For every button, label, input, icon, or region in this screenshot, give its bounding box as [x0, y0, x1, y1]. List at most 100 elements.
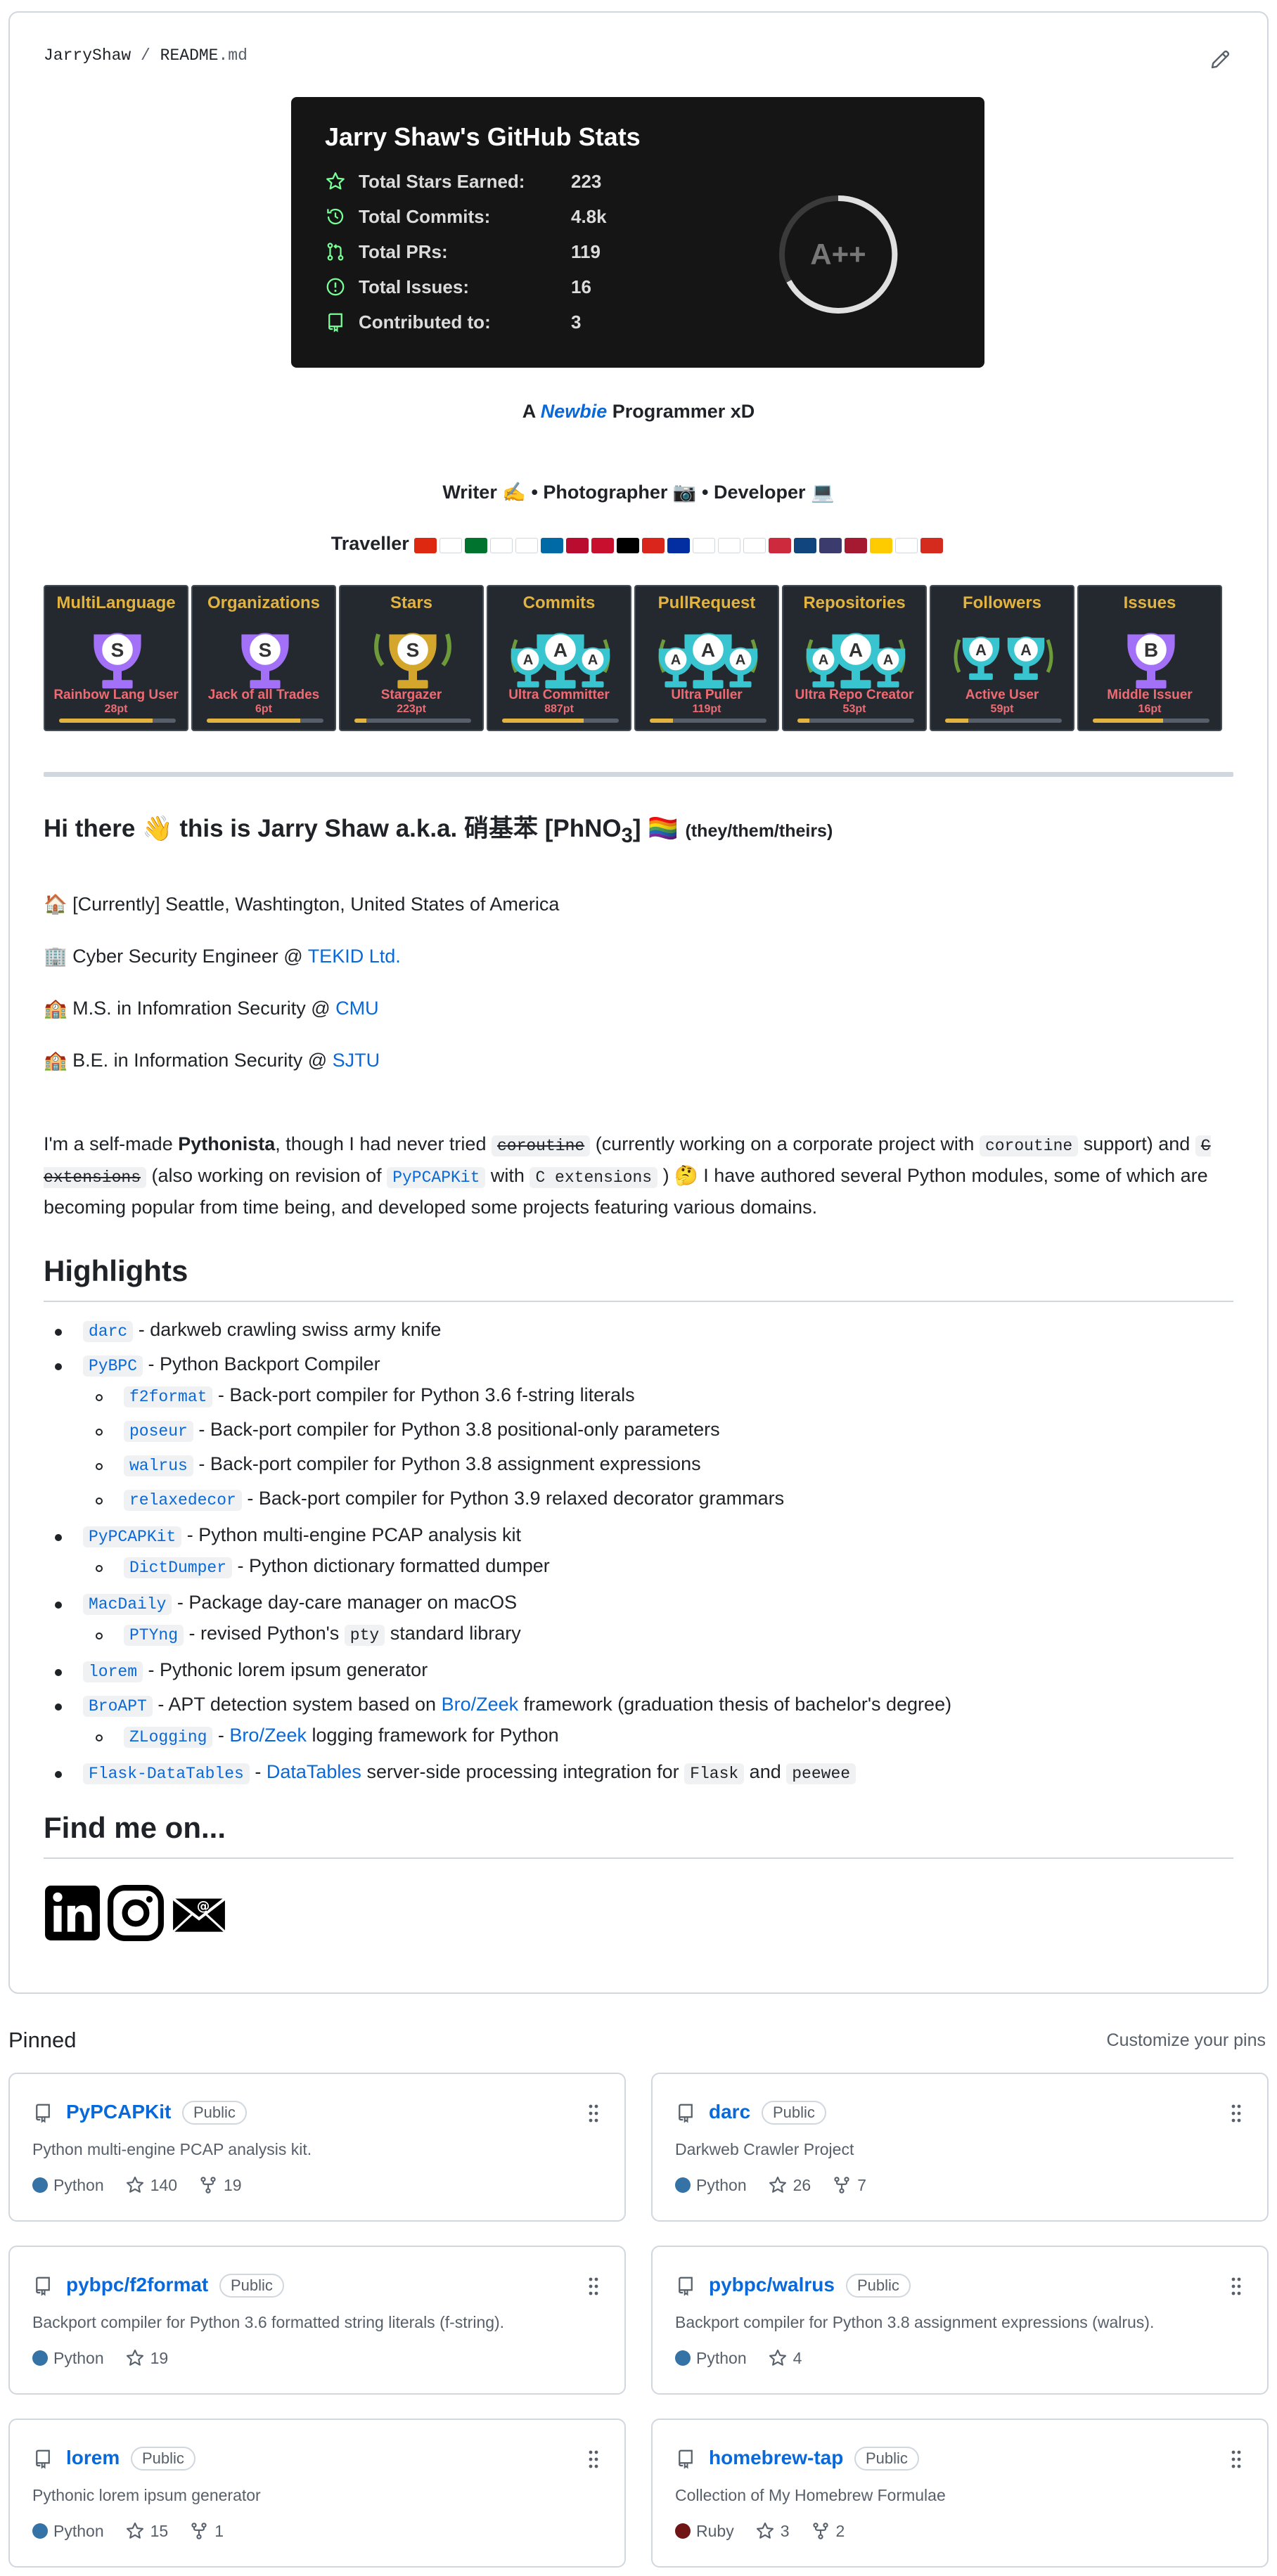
- repo-stars-link[interactable]: 3: [755, 2521, 790, 2541]
- drag-handle-icon[interactable]: [1231, 2104, 1242, 2123]
- language-color-dot: [32, 2177, 48, 2193]
- about-text: with: [485, 1165, 530, 1186]
- trophy-progress-bar: [797, 719, 914, 723]
- stat-label: Total PRs:: [359, 240, 448, 262]
- highlight-repo-link[interactable]: poseur: [124, 1421, 193, 1442]
- trophy-category: Repositories: [803, 593, 906, 612]
- pinned-repo-card: pybpc/walrus Public Backport compiler for …: [651, 2246, 1269, 2395]
- trophy-category: Organizations: [207, 593, 321, 612]
- stats-card-title: Jarry Shaw's GitHub Stats: [325, 122, 641, 151]
- about-text: support) and: [1078, 1133, 1195, 1154]
- repo-forks-link[interactable]: 1: [189, 2521, 224, 2541]
- about-code-link[interactable]: PyPCAPKit: [387, 1167, 486, 1188]
- pinned-repo-meta: Ruby 3 2: [675, 2521, 845, 2541]
- trophy-title: Ultra Repo Creator: [795, 688, 914, 702]
- trophy-progress-fill: [945, 719, 969, 723]
- flag-icon: [541, 538, 564, 554]
- pinned-repo-name-link[interactable]: homebrew-tap: [709, 2447, 843, 2469]
- pinned-repo-meta: Python 19: [32, 2348, 168, 2368]
- highlight-repo-link[interactable]: darc: [83, 1321, 134, 1342]
- flag-icon: [667, 538, 691, 554]
- star-icon: [769, 2349, 786, 2366]
- drag-handle-icon[interactable]: [588, 2276, 599, 2296]
- flag-icon: [920, 538, 944, 554]
- pinned-repo-name-link[interactable]: pybpc/f2format: [66, 2274, 208, 2296]
- highlight-link[interactable]: Bro/Zeek: [229, 1725, 307, 1746]
- trophy-rank-letter: A: [523, 652, 534, 668]
- star-icon: [126, 2349, 143, 2366]
- pinned-repo-meta: Python 4: [675, 2348, 802, 2368]
- highlight-repo-link[interactable]: relaxedecor: [124, 1490, 242, 1511]
- highlight-item: Flask-DataTables - DataTables server-sid…: [0, 1761, 1277, 1792]
- issue-icon: [326, 278, 345, 296]
- highlight-text: darc - darkweb crawling swiss army knife: [83, 1319, 441, 1342]
- pinned-repo-name-link[interactable]: PyPCAPKit: [66, 2101, 171, 2123]
- highlight-link[interactable]: Bro/Zeek: [442, 1694, 519, 1715]
- trophy-card: Repositories A A A Ultra Repo Creator 53pt: [782, 585, 927, 731]
- repo-stars-link[interactable]: 15: [125, 2521, 168, 2541]
- highlight-repo-link[interactable]: Flask-DataTables: [83, 1763, 250, 1784]
- highlight-repo-link[interactable]: PTYng: [124, 1625, 184, 1646]
- trophy-category: Issues: [1123, 593, 1176, 612]
- highlight-repo-link[interactable]: ZLogging: [124, 1727, 213, 1748]
- pinned-repo-name-link[interactable]: darc: [709, 2101, 750, 2123]
- fact-link-sjtu[interactable]: SJTU: [333, 1050, 380, 1071]
- trophy-card: MultiLanguage S Rainbow Lang User 28pt: [44, 585, 188, 731]
- fact-link-tekid[interactable]: TEKID Ltd.: [308, 946, 401, 967]
- highlight-text: relaxedecor - Back-port compiler for Pyt…: [124, 1488, 784, 1511]
- drag-handle-icon[interactable]: [588, 2104, 599, 2123]
- intro-heading: Hi there 👋 this is Jarry Shaw a.k.a. 硝基苯…: [44, 809, 833, 848]
- highlight-repo-link[interactable]: MacDaily: [83, 1594, 172, 1615]
- drag-handle-icon[interactable]: [1231, 2276, 1242, 2296]
- trophy-title: Rainbow Lang User: [53, 688, 179, 702]
- highlight-repo-link[interactable]: f2format: [124, 1386, 213, 1408]
- repo-stars-link[interactable]: 19: [125, 2348, 168, 2368]
- trophy-rank-letter: A: [883, 652, 894, 668]
- fact-link-cmu[interactable]: CMU: [335, 998, 379, 1019]
- highlight-repo-link[interactable]: DictDumper: [124, 1557, 233, 1578]
- pinned-repo-name-link[interactable]: lorem: [66, 2447, 120, 2469]
- highlight-repo-link[interactable]: lorem: [83, 1661, 143, 1682]
- repo-forks-link[interactable]: 7: [832, 2175, 866, 2195]
- highlight-text: PTYng - revised Python's pty standard li…: [124, 1623, 521, 1646]
- pinned-repo-description: Pythonic lorem ipsum generator: [32, 2486, 261, 2504]
- trophy-progress-fill: [207, 719, 300, 723]
- repo-stars-link[interactable]: 4: [768, 2348, 802, 2368]
- repo-stars-link[interactable]: 140: [125, 2175, 177, 2195]
- highlight-repo-link[interactable]: walrus: [124, 1455, 193, 1476]
- stat-value: 3: [571, 311, 582, 333]
- repo-icon: [679, 2449, 693, 2469]
- highlight-link[interactable]: DataTables: [267, 1761, 361, 1782]
- highlight-desc: logging framework for Python: [306, 1725, 559, 1746]
- highlight-desc: - Python Backport Compiler: [143, 1353, 380, 1374]
- flag-icon: [439, 538, 463, 554]
- customize-pins-link[interactable]: Customize your pins: [1107, 2030, 1266, 2051]
- about-code-strike: coroutine: [491, 1135, 591, 1157]
- email-icon[interactable]: @: [170, 1884, 228, 1942]
- pinned-repo-name-link[interactable]: pybpc/walrus: [709, 2274, 835, 2296]
- highlight-desc: -: [212, 1725, 230, 1746]
- fork-icon: [834, 2177, 849, 2194]
- highlight-repo-link[interactable]: PyBPC: [83, 1355, 143, 1377]
- flag-icon: [566, 538, 589, 554]
- drag-handle-icon[interactable]: [588, 2449, 599, 2469]
- edit-pencil-icon[interactable]: [1208, 46, 1233, 72]
- pinned-repo-description: Collection of My Homebrew Formulae: [675, 2486, 946, 2504]
- repo-forks-link[interactable]: 19: [198, 2175, 242, 2195]
- repo-stars-link[interactable]: 26: [768, 2175, 811, 2195]
- tagline-prefix: A: [522, 401, 541, 422]
- readme-owner-link[interactable]: JarryShaw: [44, 46, 131, 65]
- repo-language: Python: [53, 2175, 104, 2194]
- list-bullet: [96, 1565, 103, 1572]
- highlight-repo-link[interactable]: BroAPT: [83, 1696, 153, 1717]
- repo-forks-link[interactable]: 2: [811, 2521, 845, 2541]
- linkedin-icon[interactable]: [44, 1884, 101, 1942]
- trophy-rank-letter: S: [406, 639, 420, 661]
- highlight-repo-link[interactable]: PyPCAPKit: [83, 1526, 182, 1547]
- instagram-icon[interactable]: [107, 1884, 165, 1942]
- star-icon: [326, 172, 345, 190]
- drag-handle-icon[interactable]: [1231, 2449, 1242, 2469]
- pinned-repo-card: pybpc/f2format Public Backport compiler fo…: [8, 2246, 626, 2395]
- trophy-category: Followers: [962, 593, 1042, 612]
- trophy-cup-icon: S: [340, 616, 482, 699]
